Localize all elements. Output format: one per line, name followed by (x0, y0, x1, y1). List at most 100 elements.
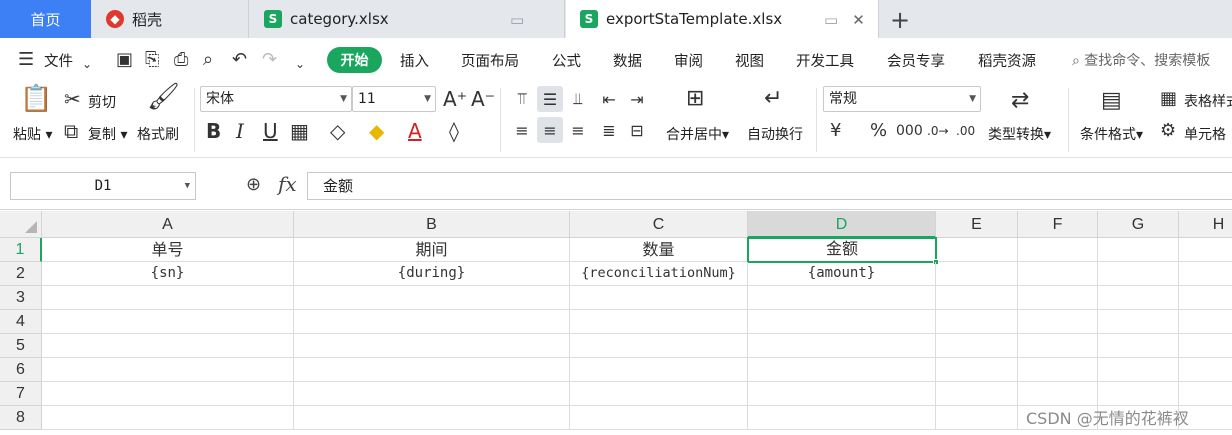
font-color-icon[interactable]: A (408, 120, 422, 142)
empty-cell[interactable] (1179, 310, 1232, 334)
cell-b1[interactable]: 期间 (294, 238, 570, 262)
chevron-down-icon[interactable]: ⌄ (82, 54, 92, 74)
row-header-5[interactable]: 5 (0, 334, 42, 358)
row-header-8[interactable]: 8 (0, 406, 42, 430)
increase-indent-icon[interactable]: ⇥ (624, 86, 650, 112)
close-icon[interactable]: ✕ (852, 11, 865, 29)
copy-icon[interactable]: ⧉ (64, 120, 78, 142)
empty-cell[interactable] (1018, 334, 1098, 358)
select-all-corner[interactable] (0, 211, 42, 238)
empty-cell[interactable] (1018, 238, 1098, 262)
number-format-select[interactable]: 常规 ▼ (823, 86, 981, 112)
empty-cell[interactable] (570, 334, 748, 358)
bold-icon[interactable]: B (206, 120, 221, 142)
empty-cell[interactable] (42, 286, 294, 310)
align-middle-icon[interactable]: ☰ (537, 86, 563, 112)
empty-cell[interactable] (570, 310, 748, 334)
empty-cell[interactable] (1179, 286, 1232, 310)
paste-button[interactable]: 粘贴 ▾ (13, 124, 52, 144)
empty-cell[interactable] (748, 382, 936, 406)
copy-button[interactable]: 复制 ▾ (88, 124, 127, 144)
empty-cell[interactable] (42, 406, 294, 430)
decrease-indent-icon[interactable]: ⇤ (596, 86, 622, 112)
conditional-format-icon[interactable]: ▤ (1101, 90, 1122, 112)
column-header-c[interactable]: C (570, 211, 748, 238)
table-style-button[interactable]: 表格样式 (1184, 91, 1232, 111)
menu-data[interactable]: 数据 (613, 50, 642, 71)
empty-cell[interactable] (1018, 382, 1098, 406)
empty-cell[interactable] (294, 310, 570, 334)
empty-cell[interactable] (294, 358, 570, 382)
decrease-font-icon[interactable]: A⁻ (471, 88, 495, 110)
menu-docer-resources[interactable]: 稻壳资源 (978, 50, 1036, 71)
empty-cell[interactable] (1098, 382, 1179, 406)
name-box[interactable]: D1 ▼ (10, 172, 196, 200)
font-size-select[interactable]: 11 ▼ (352, 86, 436, 112)
align-center-icon[interactable]: ≡ (537, 117, 563, 143)
cell-c2[interactable]: {reconciliationNum} (570, 262, 748, 286)
empty-cell[interactable] (294, 286, 570, 310)
menu-page-layout[interactable]: 页面布局 (461, 50, 519, 71)
column-header-h[interactable]: H (1179, 211, 1232, 238)
convert-type-button[interactable]: 类型转换▾ (988, 124, 1051, 144)
empty-cell[interactable] (936, 238, 1018, 262)
clear-format-icon[interactable]: ◊ (449, 120, 459, 142)
zoom-icon[interactable]: ⊕ (246, 174, 261, 195)
cell-d1[interactable]: 金额 (747, 237, 937, 263)
column-header-g[interactable]: G (1098, 211, 1179, 238)
empty-cell[interactable] (1179, 262, 1232, 286)
italic-icon[interactable]: I (236, 120, 244, 142)
increase-decimal-icon[interactable]: .0→ (927, 120, 949, 142)
empty-cell[interactable] (42, 358, 294, 382)
empty-cell[interactable] (1098, 310, 1179, 334)
menu-view[interactable]: 视图 (735, 50, 764, 71)
merge-center-icon[interactable]: ⊞ (686, 88, 704, 110)
column-header-f[interactable]: F (1018, 211, 1098, 238)
cut-button[interactable]: 剪切 (88, 92, 116, 112)
empty-cell[interactable] (1018, 262, 1098, 286)
column-header-b[interactable]: B (294, 211, 570, 238)
cell-a1[interactable]: 单号 (42, 238, 294, 262)
empty-cell[interactable] (936, 262, 1018, 286)
row-header-3[interactable]: 3 (0, 286, 42, 310)
align-top-icon[interactable]: ⫪ (509, 86, 535, 112)
cell-d2[interactable]: {amount} (748, 262, 936, 286)
decrease-decimal-icon[interactable]: .00 (956, 120, 975, 142)
thousands-separator-icon[interactable]: 000 (896, 120, 923, 142)
add-tab-icon[interactable]: + (890, 6, 910, 34)
empty-cell[interactable] (748, 286, 936, 310)
underline-icon[interactable]: U (263, 120, 278, 142)
column-header-e[interactable]: E (936, 211, 1018, 238)
empty-cell[interactable] (748, 334, 936, 358)
row-header-4[interactable]: 4 (0, 310, 42, 334)
cell-c1[interactable]: 数量 (570, 238, 748, 262)
align-left-icon[interactable]: ≡ (509, 117, 535, 143)
empty-cell[interactable] (1098, 238, 1179, 262)
borders-icon[interactable]: ▦ (290, 120, 309, 142)
empty-cell[interactable] (570, 286, 748, 310)
empty-cell[interactable] (936, 406, 1018, 430)
cell-a2[interactable]: {sn} (42, 262, 294, 286)
empty-cell[interactable] (42, 334, 294, 358)
row-header-1[interactable]: 1 (0, 238, 42, 262)
print-icon[interactable]: ⎙ (174, 50, 188, 70)
empty-cell[interactable] (936, 358, 1018, 382)
menu-member[interactable]: 会员专享 (887, 50, 945, 71)
empty-cell[interactable] (294, 334, 570, 358)
empty-cell[interactable] (936, 286, 1018, 310)
empty-cell[interactable] (748, 310, 936, 334)
scissors-icon[interactable]: ✂ (64, 88, 81, 110)
empty-cell[interactable] (570, 406, 748, 430)
empty-cell[interactable] (748, 406, 936, 430)
fx-icon[interactable]: fx (278, 172, 297, 196)
cell-b2[interactable]: {during} (294, 262, 570, 286)
currency-icon[interactable]: ¥ (830, 120, 841, 142)
menu-file[interactable]: 文件 (44, 50, 73, 71)
align-right-icon[interactable]: ≡ (565, 117, 591, 143)
conditional-format-button[interactable]: 条件格式▾ (1080, 124, 1143, 144)
empty-cell[interactable] (570, 382, 748, 406)
merge-center-button[interactable]: 合并居中▾ (666, 124, 729, 144)
cell-style-button[interactable]: 单元格 (1184, 124, 1226, 144)
justify-icon[interactable]: ≣ (596, 117, 622, 143)
menu-home[interactable]: 开始 (327, 47, 382, 73)
